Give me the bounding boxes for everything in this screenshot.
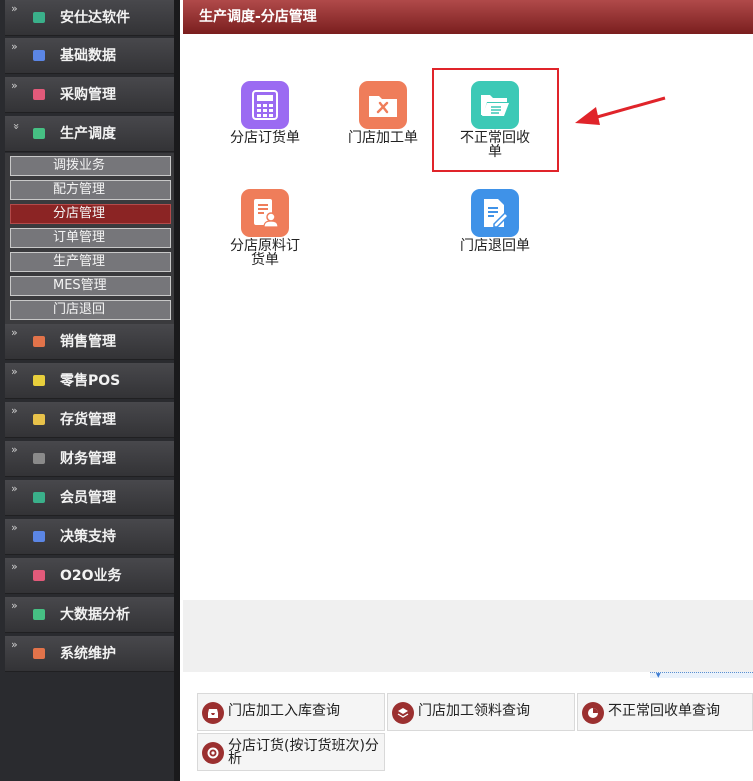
module-store-return[interactable]: 门店退回单 xyxy=(445,189,545,253)
inbox-icon xyxy=(202,702,224,724)
module-branch-order[interactable]: 分店订货单 xyxy=(215,81,315,145)
sidebar-item-label: 大数据分析 xyxy=(60,607,130,623)
cube-icon xyxy=(33,609,45,620)
query-label: 门店加工领料查询 xyxy=(418,703,530,719)
cube-icon xyxy=(33,453,45,464)
submenu-item-mes[interactable]: MES管理 xyxy=(10,276,171,296)
chevron-double-icon: » xyxy=(11,326,18,339)
sidebar-item-label: 安仕达软件 xyxy=(60,10,130,26)
lifebuoy-icon xyxy=(202,742,224,764)
cube-icon xyxy=(33,414,45,425)
calculator-icon xyxy=(241,81,289,129)
query-button-branch-order-analysis[interactable]: 分店订货(按订货班次)分析 xyxy=(197,733,385,771)
chevron-double-icon: » xyxy=(11,79,18,92)
report-user-icon xyxy=(241,189,289,237)
sidebar-item-basic-data[interactable]: » 基础数据 xyxy=(5,38,174,74)
chevron-double-icon: » xyxy=(11,638,18,651)
chevron-double-icon: » xyxy=(11,404,18,417)
sidebar-item-system[interactable]: » 系统维护 xyxy=(5,636,174,672)
chevron-down-icon: » xyxy=(9,123,23,130)
chevron-double-icon: » xyxy=(11,2,18,15)
query-button-abnormal-recovery[interactable]: 不正常回收单查询 xyxy=(577,693,753,731)
cube-icon xyxy=(33,570,45,581)
sidebar-item-members[interactable]: » 会员管理 xyxy=(5,480,174,516)
query-label: 门店加工入库查询 xyxy=(228,703,340,719)
cube-icon xyxy=(33,492,45,503)
module-label: 分店原料订货单 xyxy=(230,238,300,268)
submenu-item-order[interactable]: 订单管理 xyxy=(10,228,171,248)
sidebar-item-label: 采购管理 xyxy=(60,87,116,103)
sidebar-item-retail-pos[interactable]: » 零售POS xyxy=(5,363,174,399)
chevron-double-icon: » xyxy=(11,365,18,378)
submenu-item-production[interactable]: 生产管理 xyxy=(10,252,171,272)
module-label: 门店退回单 xyxy=(460,238,530,254)
submenu-panel: 调拨业务 配方管理 分店管理 订单管理 生产管理 MES管理 门店退回 xyxy=(5,153,174,325)
submenu-item-store-return[interactable]: 门店退回 xyxy=(10,300,171,320)
divider-band xyxy=(183,600,753,672)
cube-icon xyxy=(33,128,45,139)
arrow-icon xyxy=(575,96,666,125)
layers-icon xyxy=(392,702,414,724)
sidebar-item-inventory[interactable]: » 存货管理 xyxy=(5,402,174,438)
query-button-store-processing-inbound[interactable]: 门店加工入库查询 xyxy=(197,693,385,731)
submenu-item-recipe[interactable]: 配方管理 xyxy=(10,180,171,200)
sidebar-item-label: 存货管理 xyxy=(60,412,116,428)
chevron-double-icon: » xyxy=(11,40,18,53)
cube-icon xyxy=(33,648,45,659)
sidebar-item-label: 生产调度 xyxy=(60,126,116,142)
sidebar-item-big-data[interactable]: » 大数据分析 xyxy=(5,597,174,633)
query-panel: 门店加工入库查询 门店加工领料查询 不正常回收单查询 分店订货(按订货班次)分析 xyxy=(183,678,753,781)
sidebar-item-anshida[interactable]: » 安仕达软件 xyxy=(5,0,174,36)
sidebar-item-o2o[interactable]: » O2O业务 xyxy=(5,558,174,594)
sidebar-item-label: 基础数据 xyxy=(60,48,116,64)
submenu-item-branch[interactable]: 分店管理 xyxy=(10,204,171,224)
cube-icon xyxy=(33,375,45,386)
sidebar-item-label: 决策支持 xyxy=(60,529,116,545)
sidebar-item-label: 系统维护 xyxy=(60,646,116,662)
cube-icon xyxy=(33,12,45,23)
chevron-double-icon: » xyxy=(11,599,18,612)
sidebar-item-production[interactable]: » 生产调度 xyxy=(5,116,174,152)
sidebar-scroll-strip xyxy=(174,0,180,781)
cube-icon xyxy=(33,531,45,542)
sidebar-item-label: O2O业务 xyxy=(60,568,122,584)
query-label: 分店订货(按订货班次)分析 xyxy=(228,738,379,767)
chevron-double-icon: » xyxy=(11,443,18,456)
sidebar-item-label: 销售管理 xyxy=(60,334,116,350)
sidebar-item-sales[interactable]: » 销售管理 xyxy=(5,324,174,360)
module-label: 分店订货单 xyxy=(230,130,300,146)
sidebar-item-finance[interactable]: » 财务管理 xyxy=(5,441,174,477)
chevron-double-icon: » xyxy=(11,560,18,573)
highlight-box xyxy=(432,68,559,172)
chevron-double-icon: » xyxy=(11,482,18,495)
cube-icon xyxy=(33,336,45,347)
sidebar-item-purchasing[interactable]: » 采购管理 xyxy=(5,77,174,113)
cube-icon xyxy=(33,89,45,100)
query-button-store-processing-material[interactable]: 门店加工领料查询 xyxy=(387,693,575,731)
module-label: 门店加工单 xyxy=(348,130,418,146)
sidebar-item-label: 会员管理 xyxy=(60,490,116,506)
chevron-double-icon: » xyxy=(11,521,18,534)
pie-chart-icon xyxy=(582,702,604,724)
sidebar: » 安仕达软件 » 基础数据 » 采购管理 » 生产调度 调拨业务 配方管理 分… xyxy=(0,0,180,781)
query-label: 不正常回收单查询 xyxy=(608,703,720,719)
submenu-item-transfer[interactable]: 调拨业务 xyxy=(10,156,171,176)
sidebar-item-label: 财务管理 xyxy=(60,451,116,467)
cube-icon xyxy=(33,50,45,61)
tools-folder-icon xyxy=(359,81,407,129)
sidebar-item-decision[interactable]: » 决策支持 xyxy=(5,519,174,555)
edit-document-icon xyxy=(471,189,519,237)
module-store-processing[interactable]: 门店加工单 xyxy=(333,81,433,145)
module-branch-material-order[interactable]: 分店原料订货单 xyxy=(215,189,315,267)
sidebar-item-label: 零售POS xyxy=(60,373,121,389)
page-title: 生产调度-分店管理 xyxy=(183,0,753,34)
